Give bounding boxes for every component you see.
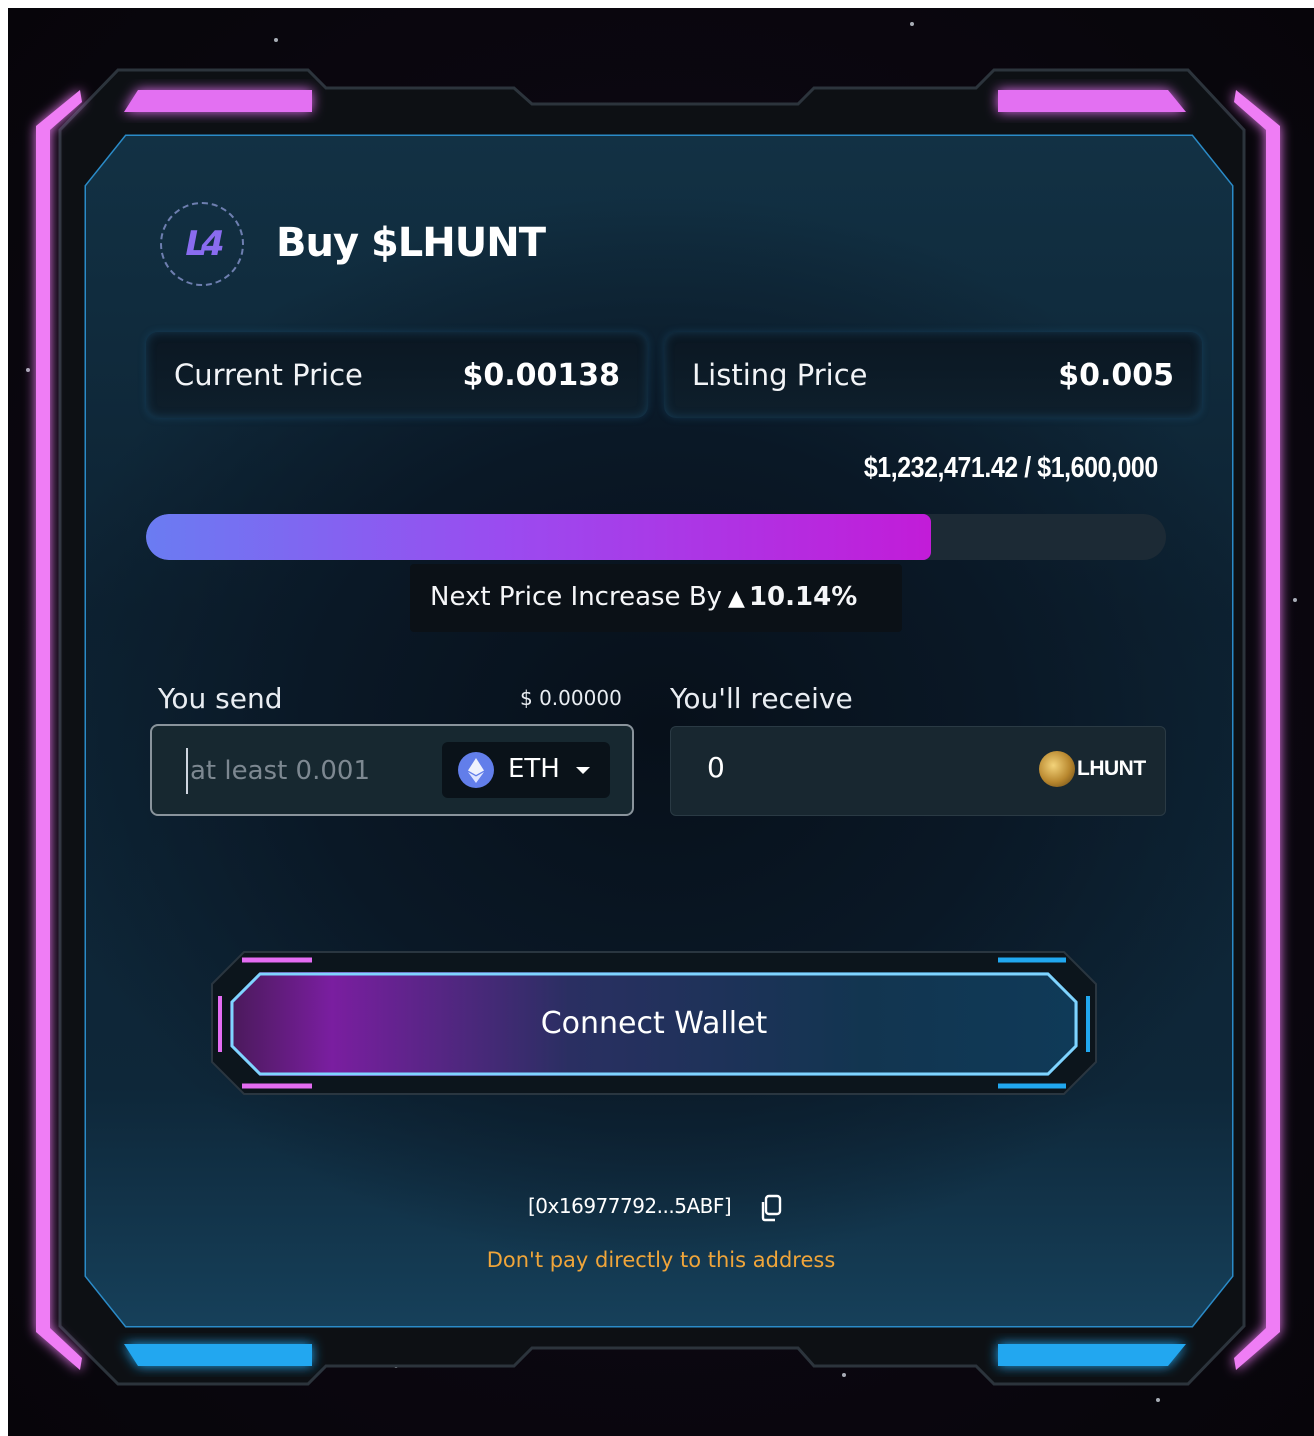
wallet-address: [0x16977792...5ABF]	[528, 1194, 732, 1218]
listing-price-value: $0.005	[1058, 358, 1174, 393]
next-price-label: Next Price Increase By	[430, 582, 723, 612]
send-usd-value: $ 0.00000	[520, 686, 622, 710]
logo-glyph: L4	[185, 224, 224, 264]
token-select-dropdown[interactable]: ETH	[442, 742, 610, 798]
ethereum-icon	[458, 752, 494, 788]
payment-warning: Don't pay directly to this address	[486, 1248, 836, 1272]
widget-title: Buy $LHUNT	[276, 220, 546, 266]
next-price-text: Next Price Increase By ▲ 10.14%	[430, 582, 857, 612]
next-price-increase: Next Price Increase By ▲ 10.14%	[410, 564, 902, 632]
current-price-box: Current Price $0.00138	[146, 332, 648, 418]
send-amount-input[interactable]	[186, 748, 432, 794]
next-price-value: 10.14%	[748, 582, 858, 612]
lhunt-logo-icon: L4	[160, 202, 244, 286]
listing-price-label: Listing Price	[692, 358, 868, 392]
chevron-down-icon	[576, 767, 590, 774]
send-token-label: ETH	[508, 754, 560, 784]
connect-wallet-frame: Connect Wallet	[208, 948, 1100, 1098]
receive-token-label: LHUNT	[1077, 757, 1146, 780]
presale-widget-stage: L4 Buy $LHUNT Current Price $0.00138 Lis…	[8, 8, 1314, 1436]
current-price-value: $0.00138	[462, 358, 620, 393]
connect-wallet-label: Connect Wallet	[540, 1006, 768, 1041]
you-receive-label: You'll receive	[670, 682, 853, 715]
raised-amount: $1,232,471.42 / $1,600,000	[864, 452, 1158, 484]
progress-fill	[146, 514, 932, 560]
up-arrow-icon: ▲	[728, 586, 745, 611]
send-field: ETH	[150, 724, 634, 816]
lhunt-coin-icon	[1039, 751, 1075, 787]
you-send-label: You send	[158, 682, 283, 715]
receive-amount: 0	[707, 751, 725, 784]
ethereum-glyph	[468, 758, 484, 783]
receive-field: 0 LHUNT	[670, 726, 1166, 816]
current-price-label: Current Price	[174, 358, 363, 392]
presale-progress-bar	[146, 514, 1166, 560]
listing-price-box: Listing Price $0.005	[664, 332, 1202, 418]
copy-icon[interactable]	[758, 1194, 784, 1222]
connect-wallet-button[interactable]: Connect Wallet	[230, 972, 1078, 1076]
